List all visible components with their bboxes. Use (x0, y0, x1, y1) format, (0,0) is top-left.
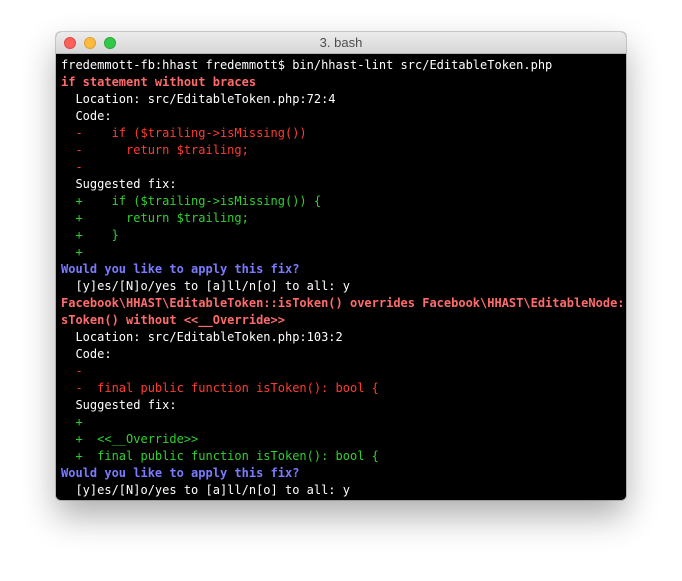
window-title: 3. bash (319, 35, 363, 50)
title-bar[interactable]: 3. bash (56, 32, 626, 54)
terminal-line: - return $trailing; (61, 143, 249, 157)
desktop-background: 3. bash fredemmott-fb:hhast fredemmott$ … (0, 0, 682, 581)
terminal-line: + (61, 415, 83, 429)
terminal-line: Code: (61, 347, 112, 361)
terminal-line: + } (61, 228, 119, 242)
terminal-window[interactable]: 3. bash fredemmott-fb:hhast fredemmott$ … (56, 32, 626, 500)
terminal-line: sToken() without <<__Override>> (61, 313, 285, 327)
terminal-line: + final public function isToken(): bool … (61, 449, 379, 463)
terminal-line: - (61, 160, 83, 174)
terminal-output[interactable]: fredemmott-fb:hhast fredemmott$ bin/hhas… (56, 54, 626, 500)
terminal-line: Location: src/EditableToken.php:72:4 (61, 92, 336, 106)
terminal-line: + return $trailing; (61, 211, 249, 225)
terminal-line: Suggested fix: (61, 398, 177, 412)
terminal-line: Suggested fix: (61, 177, 177, 191)
terminal-line: if statement without braces (61, 75, 257, 89)
terminal-line: - (61, 364, 83, 378)
terminal-line: + (61, 245, 83, 259)
terminal-line: Code: (61, 109, 112, 123)
terminal-line: Facebook\HHAST\EditableToken::isToken() … (61, 296, 626, 310)
terminal-line: - if ($trailing->isMissing()) (61, 126, 307, 140)
terminal-line: + <<__Override>> (61, 432, 199, 446)
terminal-line: Would you like to apply this fix? (61, 466, 300, 480)
terminal-line: Would you like to apply this fix? (61, 262, 300, 276)
terminal-line: [y]es/[N]o/yes to [a]ll/n[o] to all: y (61, 483, 350, 497)
terminal-line: - final public function isToken(): bool … (61, 381, 379, 395)
terminal-line: fredemmott-fb:hhast fredemmott$ bin/hhas… (61, 58, 553, 72)
terminal-line: [y]es/[N]o/yes to [a]ll/n[o] to all: y (61, 279, 350, 293)
terminal-line: Location: src/EditableToken.php:103:2 (61, 330, 343, 344)
terminal-line: + if ($trailing->isMissing()) { (61, 194, 322, 208)
